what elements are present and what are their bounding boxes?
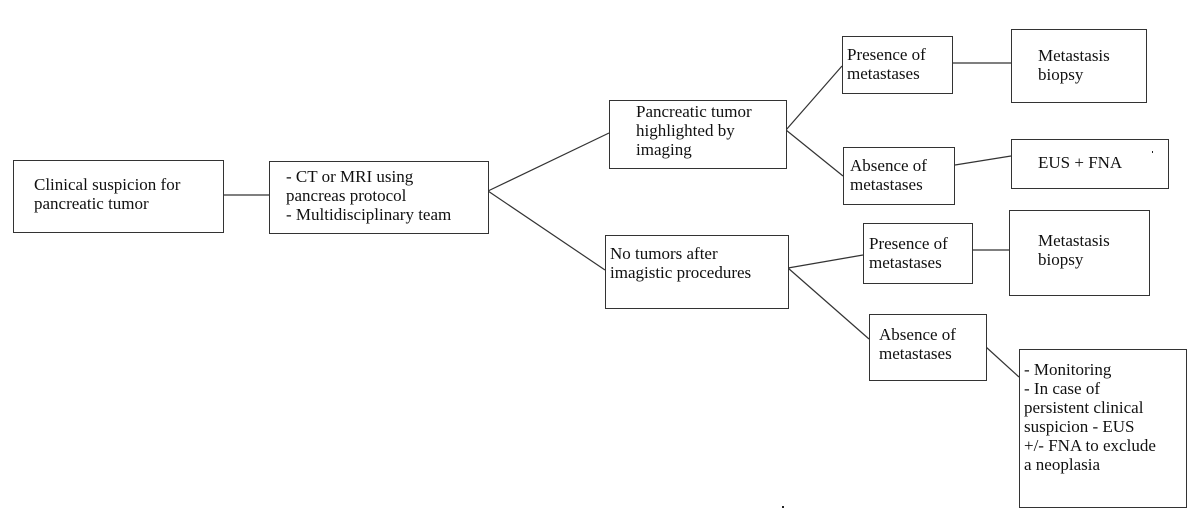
node-label: Clinical suspicion for pancreatic tumor (34, 175, 181, 213)
node-presence-bottom: Presence of metastases (863, 223, 973, 284)
node-absence-bottom: Absence of metastases (869, 314, 987, 381)
node-label: - Monitoring - In case of persistent cli… (1024, 360, 1156, 474)
stray-mark (782, 506, 784, 508)
node-label: - CT or MRI using pancreas protocol - Mu… (286, 167, 452, 224)
node-label: No tumors after imagistic procedures (610, 244, 752, 282)
node-label: Presence of metastases (847, 45, 926, 83)
node-label: Presence of metastases (869, 234, 948, 272)
node-tumor-highlighted: Pancreatic tumor highlighted by imaging (609, 100, 787, 169)
node-biopsy-bottom: Metastasis biopsy (1009, 210, 1150, 296)
edge-no-tumors-to-absence (787, 267, 870, 340)
node-eus-fna: EUS + FNA (1011, 139, 1169, 189)
stray-mark (1152, 151, 1153, 153)
edge-no-tumors-to-presence (787, 254, 864, 269)
node-monitoring: - Monitoring - In case of persistent cli… (1019, 349, 1187, 508)
node-label: Pancreatic tumor highlighted by imaging (636, 102, 752, 159)
edge-absence-to-eus (954, 155, 1012, 166)
node-label: Metastasis biopsy (1038, 46, 1110, 84)
node-no-tumors: No tumors after imagistic procedures (605, 235, 789, 309)
node-biopsy-top: Metastasis biopsy (1011, 29, 1147, 103)
node-imaging-protocol: - CT or MRI using pancreas protocol - Mu… (269, 161, 489, 234)
edge-imaging-to-no-tumors (487, 190, 606, 271)
edge-tumor-to-absence (785, 129, 844, 177)
edge-imaging-to-tumor-highlighted (487, 132, 610, 192)
node-label: EUS + FNA (1038, 153, 1123, 172)
node-label: Absence of metastases (879, 325, 956, 363)
node-label: Absence of metastases (850, 156, 927, 194)
node-presence-top: Presence of metastases (842, 36, 953, 94)
node-label: Metastasis biopsy (1038, 231, 1110, 269)
edge-tumor-to-presence (785, 65, 843, 131)
node-clinical-suspicion: Clinical suspicion for pancreatic tumor (13, 160, 224, 233)
node-absence-top: Absence of metastases (843, 147, 955, 205)
edge-absence-to-monitoring (985, 346, 1020, 378)
